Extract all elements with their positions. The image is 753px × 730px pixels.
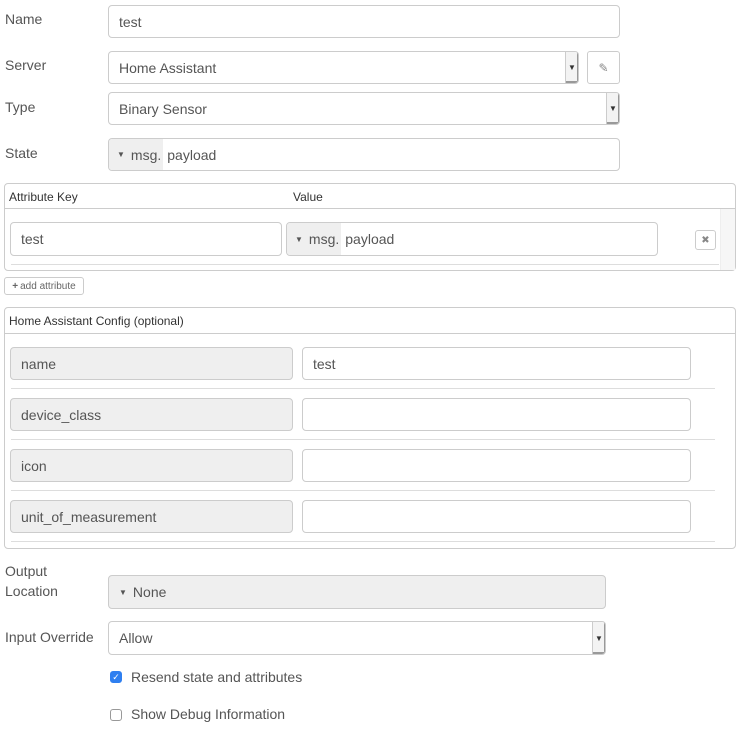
config-value-icon[interactable] [302, 449, 691, 482]
chevron-down-icon: ▼ [592, 622, 605, 654]
type-select[interactable]: Binary Sensor ▼ [108, 92, 620, 125]
output-location-label-1: Output [5, 563, 48, 579]
config-value-device-class[interactable] [302, 398, 691, 431]
row-divider [11, 439, 715, 440]
edit-server-button[interactable]: ✎ [587, 51, 620, 84]
debug-label: Show Debug Information [131, 706, 286, 722]
type-value: Binary Sensor [119, 100, 207, 117]
chevron-down-icon: ▼ [606, 93, 619, 124]
state-label: State [5, 145, 38, 161]
debug-checkbox[interactable] [110, 709, 122, 721]
row-divider [11, 264, 719, 265]
state-input[interactable]: ▼ msg. payload [108, 138, 620, 171]
pencil-icon: ✎ [598, 60, 609, 75]
config-key-name: name [10, 347, 293, 380]
name-input[interactable]: test [108, 5, 620, 38]
row-divider [11, 490, 715, 491]
ha-config-header: Home Assistant Config (optional) [5, 308, 735, 334]
attribute-type-button[interactable]: ▼ msg. [287, 223, 342, 255]
row-divider [11, 541, 715, 542]
attribute-value: payload [345, 231, 395, 247]
add-attribute-label: add attribute [20, 280, 76, 292]
chevron-down-icon: ▼ [565, 52, 578, 83]
caret-down-icon: ▼ [295, 234, 303, 244]
config-key-device-class: device_class [10, 398, 293, 431]
config-key: icon [21, 457, 47, 474]
caret-down-icon: ▼ [117, 150, 125, 159]
server-select[interactable]: Home Assistant ▼ [108, 51, 579, 84]
resend-checkbox[interactable]: ✓ [110, 671, 122, 683]
server-label: Server [5, 57, 47, 73]
config-value: test [313, 355, 336, 372]
attribute-value-input[interactable]: ▼ msg. payload [286, 222, 658, 256]
config-key-icon: icon [10, 449, 293, 482]
output-location-value: None [132, 584, 167, 600]
input-override-select[interactable]: Allow ▼ [108, 621, 606, 655]
close-icon: ✖ [701, 234, 710, 246]
ha-config-table: Home Assistant Config (optional) name te… [4, 307, 736, 549]
key-header: Attribute Key [9, 190, 78, 204]
ha-config-title: Home Assistant Config (optional) [9, 314, 184, 328]
config-key: unit_of_measurement [21, 508, 157, 525]
row-divider [11, 388, 715, 389]
add-attribute-button[interactable]: + add attribute [4, 277, 84, 295]
caret-down-icon: ▼ [119, 587, 127, 597]
state-type-button[interactable]: ▼ msg. [109, 139, 164, 170]
config-key-unit: unit_of_measurement [10, 500, 293, 533]
attributes-header: Attribute Key Value [5, 184, 735, 209]
name-label: Name [5, 11, 43, 27]
check-icon: ✓ [112, 671, 120, 682]
input-override-label: Input Override [5, 629, 94, 645]
value-header: Value [293, 190, 323, 204]
state-value: payload [167, 146, 217, 163]
attribute-key-input[interactable]: test [10, 222, 282, 256]
type-prefix: msg. [130, 146, 162, 163]
name-value: test [119, 13, 142, 30]
type-label: Type [5, 99, 36, 115]
plus-icon: + [12, 280, 19, 292]
scrollbar[interactable] [720, 209, 735, 270]
remove-attribute-button[interactable]: ✖ [695, 230, 716, 250]
type-prefix: msg. [308, 231, 340, 247]
resend-label: Resend state and attributes [131, 669, 303, 685]
attribute-key-value: test [21, 231, 44, 247]
config-value-name[interactable]: test [302, 347, 691, 380]
output-location-select[interactable]: ▼ None [108, 575, 606, 609]
config-value-unit[interactable] [302, 500, 691, 533]
server-value: Home Assistant [119, 59, 217, 76]
output-location-label-2: Location [5, 583, 58, 599]
input-override-value: Allow [119, 630, 153, 646]
attributes-table: Attribute Key Value test ▼ msg. payload ✖ [4, 183, 736, 271]
config-key: name [21, 355, 57, 372]
config-key: device_class [21, 406, 102, 423]
